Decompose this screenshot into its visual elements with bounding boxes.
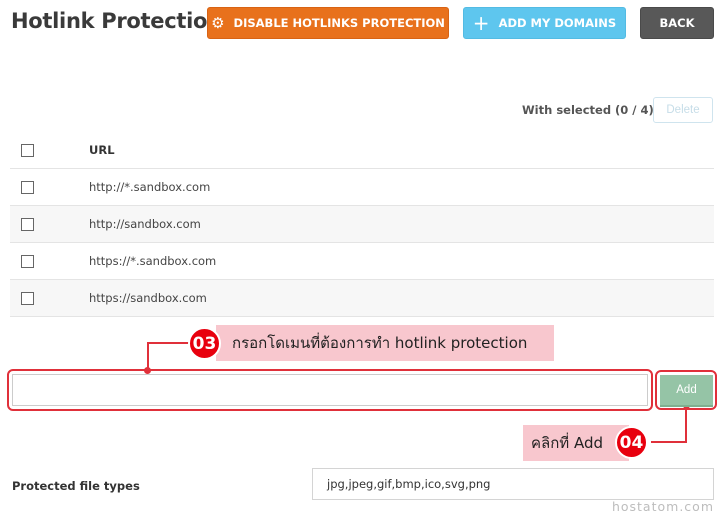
step3-badge: 03 bbox=[188, 327, 221, 360]
step4-connector-line bbox=[651, 405, 687, 443]
add-button[interactable]: Add bbox=[660, 375, 713, 407]
row-url: http://sandbox.com bbox=[89, 217, 201, 231]
gear-icon: ⚙ bbox=[211, 13, 225, 32]
column-header-url: URL bbox=[89, 143, 115, 157]
protected-file-types-label: Protected file types bbox=[12, 479, 140, 493]
delete-button[interactable]: Delete bbox=[653, 97, 713, 123]
table-row: http://*.sandbox.com bbox=[10, 169, 714, 206]
step3-connector-line bbox=[147, 342, 190, 371]
with-selected-label: With selected (0 / 4): bbox=[522, 103, 659, 117]
back-label: BACK bbox=[659, 16, 695, 30]
row-checkbox[interactable] bbox=[21, 291, 34, 305]
disable-hotlinks-label: DISABLE HOTLINKS PROTECTION bbox=[233, 16, 445, 30]
back-button[interactable]: BACK bbox=[640, 7, 714, 39]
protected-file-types-input[interactable]: jpg,jpeg,gif,bmp,ico,svg,png bbox=[312, 468, 714, 500]
row-checkbox[interactable] bbox=[21, 254, 34, 268]
row-checkbox[interactable] bbox=[21, 180, 34, 194]
plus-icon: + bbox=[472, 11, 490, 35]
step3-connector-dot bbox=[144, 367, 151, 374]
row-url: https://sandbox.com bbox=[89, 291, 207, 305]
select-all-checkbox[interactable] bbox=[21, 143, 34, 157]
step4-callout: คลิกที่ Add bbox=[523, 425, 629, 461]
step4-badge: 04 bbox=[615, 426, 648, 459]
table-row: http://sandbox.com bbox=[10, 206, 714, 243]
url-table: URL http://*.sandbox.com http://sandbox.… bbox=[10, 132, 714, 317]
page-title: Hotlink Protection bbox=[11, 9, 222, 33]
step3-callout: กรอกโดเมนที่ต้องการทำ hotlink protection bbox=[216, 325, 554, 361]
table-row: https://*.sandbox.com bbox=[10, 243, 714, 280]
add-my-domains-button[interactable]: + ADD MY DOMAINS bbox=[463, 7, 626, 39]
disable-hotlinks-button[interactable]: ⚙ DISABLE HOTLINKS PROTECTION bbox=[207, 7, 449, 39]
row-url: https://*.sandbox.com bbox=[89, 254, 217, 268]
row-url: http://*.sandbox.com bbox=[89, 180, 211, 194]
row-checkbox[interactable] bbox=[21, 217, 34, 231]
domain-input[interactable] bbox=[12, 374, 648, 406]
add-my-domains-label: ADD MY DOMAINS bbox=[498, 16, 617, 30]
table-header-row: URL bbox=[10, 132, 714, 169]
table-row: https://sandbox.com bbox=[10, 280, 714, 317]
watermark: hostatom.com bbox=[611, 499, 714, 514]
